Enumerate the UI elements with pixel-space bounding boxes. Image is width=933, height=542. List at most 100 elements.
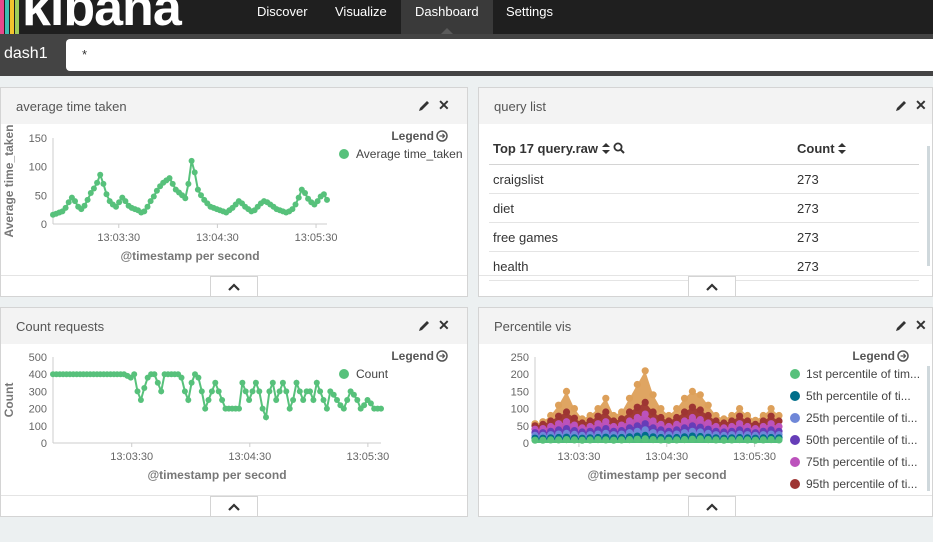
data-point xyxy=(570,414,578,422)
data-point xyxy=(302,190,308,196)
pencil-icon[interactable] xyxy=(417,319,431,333)
data-point xyxy=(273,397,280,403)
close-icon[interactable]: ✕ xyxy=(438,317,450,334)
data-point xyxy=(649,436,657,444)
column-header-query[interactable]: Top 17 query.raw xyxy=(489,132,793,165)
collapse-toggle[interactable] xyxy=(688,276,736,296)
panel-average-time-taken: average time taken ✕ 0 50 100 150 13:03:30 13… xyxy=(0,87,468,297)
nav-settings[interactable]: Settings xyxy=(492,0,567,34)
query-cell[interactable]: craigslist xyxy=(489,164,793,194)
query-cell[interactable]: free games xyxy=(489,222,793,252)
data-point xyxy=(720,436,728,444)
legend-item: Count xyxy=(356,367,389,381)
count-cell: 273 xyxy=(793,193,919,223)
data-point xyxy=(696,416,704,424)
data-point xyxy=(555,412,563,420)
legend-item: 50th percentile of ti... xyxy=(806,433,917,447)
data-point xyxy=(378,405,384,412)
y-tick-label: 200 xyxy=(511,369,529,381)
search-icon[interactable] xyxy=(613,142,625,154)
data-point xyxy=(736,436,744,444)
legend-swatch xyxy=(790,457,800,467)
data-point xyxy=(293,379,300,386)
close-icon[interactable]: ✕ xyxy=(915,317,927,334)
data-point xyxy=(320,397,327,403)
data-point xyxy=(625,408,634,416)
arrow-shape xyxy=(900,353,907,359)
y-tick-label: 250 xyxy=(511,352,529,364)
y-tick-label: 0 xyxy=(41,438,47,450)
data-point xyxy=(103,191,110,198)
sort-icon[interactable] xyxy=(601,142,610,154)
data-point xyxy=(555,401,563,409)
data-point xyxy=(688,435,696,443)
data-point xyxy=(100,180,107,187)
legend-scrollbar[interactable] xyxy=(927,366,930,491)
data-point xyxy=(555,420,563,428)
data-point xyxy=(158,388,165,395)
kibana-logo[interactable]: kibana xyxy=(0,0,240,34)
y-axis-label: Average time_taken xyxy=(2,125,16,238)
legend-swatch xyxy=(790,413,800,423)
panel-title: average time taken xyxy=(16,99,127,114)
data-point xyxy=(704,401,712,409)
collapse-toggle[interactable] xyxy=(688,496,736,516)
column-header-count[interactable]: Count xyxy=(793,132,919,165)
pencil-icon[interactable] xyxy=(894,99,908,113)
data-point xyxy=(313,379,320,386)
data-point xyxy=(188,157,195,164)
x-tick-label: 13:05:30 xyxy=(733,451,776,463)
data-point xyxy=(602,418,610,426)
search-input[interactable]: * xyxy=(66,39,933,71)
table-scrollbar[interactable] xyxy=(927,146,930,266)
data-point xyxy=(531,436,539,444)
query-cell[interactable]: health xyxy=(489,251,793,281)
close-icon[interactable]: ✕ xyxy=(438,97,450,114)
legend-swatch xyxy=(790,369,800,379)
panel-query-list: query list ✕ Top 17 query.raw Count crai… xyxy=(478,87,933,297)
data-point xyxy=(594,420,602,428)
y-tick-label: 500 xyxy=(29,352,47,364)
x-tick-label: 13:03:30 xyxy=(110,451,153,463)
panel-title: Count requests xyxy=(16,319,105,334)
data-point xyxy=(657,413,665,422)
data-point xyxy=(633,435,641,443)
data-point xyxy=(767,420,775,428)
table-row: free games 273 xyxy=(489,222,919,252)
data-point xyxy=(324,196,330,203)
data-point xyxy=(673,405,681,413)
collapse-toggle[interactable] xyxy=(210,496,258,516)
sort-icon[interactable] xyxy=(838,142,847,154)
y-tick-label: 100 xyxy=(29,162,47,174)
data-point xyxy=(215,388,222,395)
data-point xyxy=(141,385,148,391)
data-point xyxy=(330,391,337,398)
pencil-icon[interactable] xyxy=(894,319,908,333)
legend-swatch xyxy=(339,149,349,159)
data-point xyxy=(665,436,673,444)
legend-item: 75th percentile of ti... xyxy=(806,455,917,469)
nav-dashboard[interactable]: Dashboard xyxy=(401,0,493,34)
data-point xyxy=(169,180,176,187)
pencil-icon[interactable] xyxy=(417,99,431,113)
nav-discover[interactable]: Discover xyxy=(243,0,322,34)
close-icon[interactable]: ✕ xyxy=(915,97,927,114)
arrow-circle-right-icon xyxy=(436,350,448,362)
collapse-toggle[interactable] xyxy=(210,276,258,296)
data-point xyxy=(292,201,299,208)
data-point xyxy=(618,436,626,444)
panel-header: Percentile vis ✕ xyxy=(479,308,932,344)
y-tick-label: 0 xyxy=(41,219,47,231)
data-point xyxy=(767,405,775,413)
data-point xyxy=(198,388,205,395)
y-tick-label: 100 xyxy=(29,421,47,433)
query-cell[interactable]: diet xyxy=(489,193,793,223)
data-point xyxy=(242,388,249,395)
data-point xyxy=(594,405,602,413)
data-point xyxy=(775,436,783,444)
data-point xyxy=(570,436,578,444)
legend-title: Legend xyxy=(852,349,895,363)
data-point xyxy=(649,417,657,425)
nav-visualize[interactable]: Visualize xyxy=(321,0,401,34)
data-point xyxy=(641,420,649,428)
